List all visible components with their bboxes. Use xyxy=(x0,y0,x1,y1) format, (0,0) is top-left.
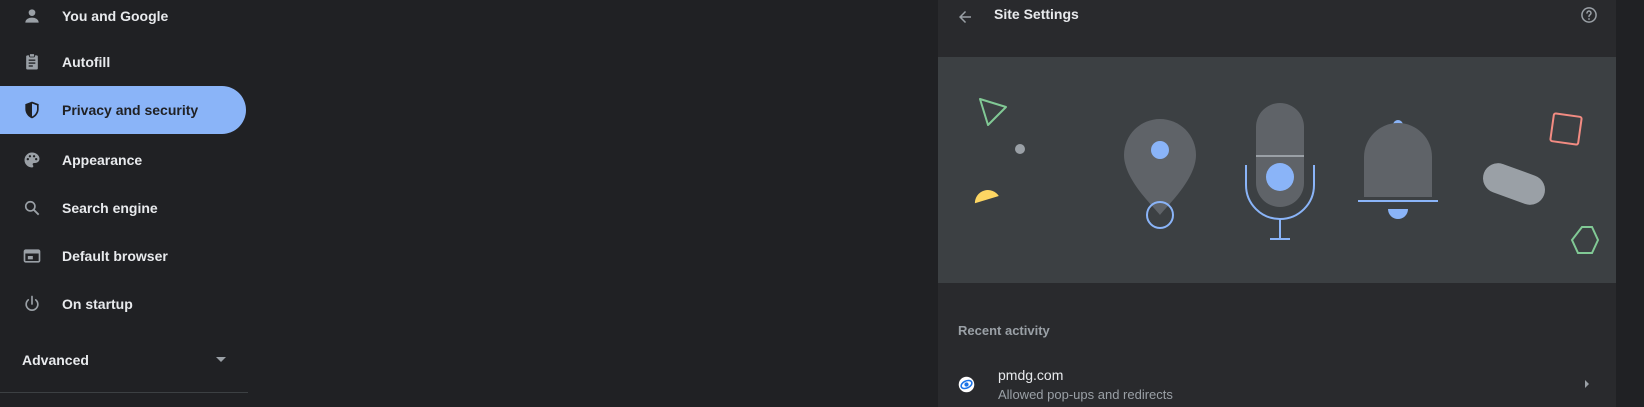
sidebar-item-default-browser[interactable]: Default browser xyxy=(0,232,246,280)
sidebar-item-label: Appearance xyxy=(62,152,143,168)
sidebar-item-label: Search engine xyxy=(62,200,158,216)
pill-shape xyxy=(1483,163,1545,205)
sidebar-item-you-and-google[interactable]: You and Google xyxy=(0,0,246,40)
sidebar-item-label: You and Google xyxy=(62,8,169,24)
panel-header: Site Settings xyxy=(938,0,1616,40)
banner-illustration xyxy=(974,98,1600,254)
browser-window-icon xyxy=(22,246,42,266)
recent-activity-heading: Recent activity xyxy=(958,323,1050,338)
sidebar-item-on-startup[interactable]: On startup xyxy=(0,280,246,328)
hexagon-shape xyxy=(1570,226,1600,254)
sidebar-item-label: Default browser xyxy=(62,248,168,264)
location-pin-icon xyxy=(1124,119,1196,229)
recent-activity-row[interactable]: pmdg.com Allowed pop-ups and redirects xyxy=(938,355,1616,407)
microphone-icon xyxy=(1245,103,1315,240)
search-icon xyxy=(22,198,42,218)
site-favicon-icon xyxy=(958,376,975,393)
power-icon xyxy=(22,294,42,314)
dot-shape xyxy=(1015,144,1025,154)
chevron-down-icon xyxy=(216,357,226,362)
page-title: Site Settings xyxy=(994,6,1079,22)
advanced-section-toggle[interactable]: Advanced xyxy=(0,335,246,383)
sidebar-item-search-engine[interactable]: Search engine xyxy=(0,184,246,232)
sidebar: You and Google Autofill Privacy and secu… xyxy=(0,0,248,407)
site-name: pmdg.com xyxy=(998,367,1064,383)
clipboard-icon xyxy=(22,52,42,72)
triangle-shape xyxy=(979,98,1007,126)
sidebar-item-privacy-and-security[interactable]: Privacy and security xyxy=(0,86,246,134)
sidebar-divider xyxy=(0,392,248,393)
notification-bell-icon xyxy=(1358,120,1438,219)
chevron-right-icon xyxy=(1585,380,1589,388)
half-circle-shape xyxy=(974,190,999,204)
sidebar-item-label: On startup xyxy=(62,296,133,312)
help-icon xyxy=(1581,7,1597,23)
palette-icon xyxy=(22,150,42,170)
square-shape xyxy=(1549,112,1583,146)
site-settings-panel: Site Settings Recent activity pmdg.com A… xyxy=(938,0,1616,407)
sidebar-item-autofill[interactable]: Autofill xyxy=(0,38,246,86)
site-activity-description: Allowed pop-ups and redirects xyxy=(998,387,1173,402)
shield-icon xyxy=(22,100,42,120)
sidebar-item-appearance[interactable]: Appearance xyxy=(0,136,246,184)
advanced-label: Advanced xyxy=(22,352,89,368)
sidebar-item-label: Privacy and security xyxy=(62,102,199,118)
sidebar-item-label: Autofill xyxy=(62,54,111,70)
person-icon xyxy=(22,6,42,26)
help-button[interactable] xyxy=(1578,4,1600,26)
arrow-back-icon xyxy=(959,11,971,23)
site-settings-banner xyxy=(938,57,1616,283)
back-button[interactable] xyxy=(952,4,978,30)
